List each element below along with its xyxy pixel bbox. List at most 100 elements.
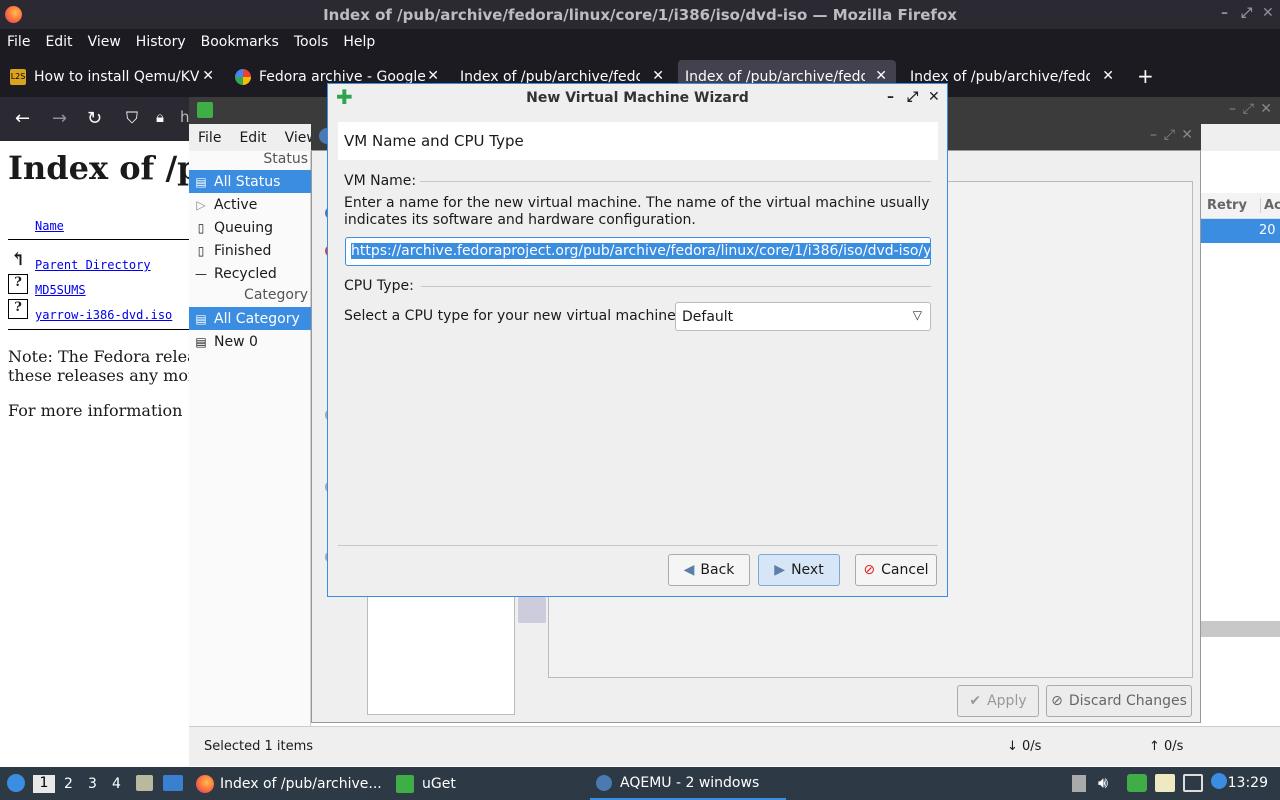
uget-tray-icon[interactable] <box>1127 774 1147 792</box>
check-icon: ✔ <box>969 693 982 709</box>
vm-settings-icon[interactable] <box>518 597 546 623</box>
cpu-type-select[interactable]: Default ▽ <box>675 302 931 331</box>
minimize-icon[interactable]: – <box>1229 101 1236 117</box>
close-icon[interactable]: ✕ <box>1260 101 1272 117</box>
wizard-page-header: VM Name and CPU Type <box>338 122 938 160</box>
vm-list-panel[interactable] <box>367 591 515 715</box>
menu-help[interactable]: Help <box>343 34 375 50</box>
divider <box>421 286 931 287</box>
clock: 13:29 <box>1227 775 1268 791</box>
uget-statusbar: Selected 1 items ↓ 0/s ↑ 0/s <box>189 726 1280 766</box>
list-header: Retry Ac <box>1200 193 1280 219</box>
taskbar: 1 2 3 4 Index of /pub/archive... uGet AQ… <box>0 767 1280 800</box>
tab-qemu-howto[interactable]: L2S How to install Qemu/KVM ✕ <box>6 60 216 93</box>
new-tab-button[interactable]: + <box>1137 64 1154 88</box>
google-favicon-icon <box>235 68 251 85</box>
table-row[interactable]: 20 <box>1200 219 1280 243</box>
horizontal-scrollbar[interactable] <box>1200 621 1280 637</box>
upload-speed: ↑ 0/s <box>1149 739 1184 754</box>
network-icon[interactable] <box>1183 774 1203 792</box>
divider <box>338 545 938 546</box>
show-desktop-icon[interactable] <box>163 775 183 791</box>
minimize-icon[interactable]: – <box>1221 5 1228 21</box>
close-icon[interactable]: ✕ <box>928 89 940 105</box>
uget-menu-file[interactable]: File <box>198 130 221 146</box>
maximize-icon[interactable]: ⤢ <box>1241 5 1252 21</box>
divider <box>8 239 198 240</box>
workspace-4[interactable]: 4 <box>112 776 121 792</box>
workspace-2[interactable]: 2 <box>64 776 73 792</box>
menu-bookmarks[interactable]: Bookmarks <box>201 34 279 50</box>
new-vm-wizard-dialog: ✚ New Virtual Machine Wizard – ⤢ ✕ VM Na… <box>327 83 948 597</box>
cpu-type-group-label: CPU Type: <box>344 278 414 294</box>
menu-file[interactable]: File <box>7 34 30 50</box>
sidebar-item-finished[interactable]: ▯ Finished <box>189 239 311 262</box>
menu-tools[interactable]: Tools <box>294 34 329 50</box>
discard-icon: ⊘ <box>1051 693 1063 709</box>
column-retry[interactable]: Retry <box>1207 198 1247 213</box>
tab-close-icon[interactable]: ✕ <box>202 68 214 84</box>
file-manager-icon[interactable] <box>136 775 153 791</box>
next-button[interactable]: ▶ Next <box>758 554 840 586</box>
back-icon[interactable]: ← <box>15 108 30 129</box>
uget-sidebar: Status ▤ All Status ▷ Active ▯ Queuing ▯ Fin… <box>189 151 311 726</box>
start-menu-icon[interactable] <box>7 774 25 792</box>
sidebar-item-queuing[interactable]: ▯ Queuing <box>189 216 311 239</box>
shield-icon[interactable]: ⛉ <box>126 108 138 128</box>
notes-icon[interactable] <box>1155 774 1175 792</box>
uget-menu-edit[interactable]: Edit <box>239 130 266 146</box>
iso-file-link[interactable]: yarrow-i386-dvd.iso <box>35 308 172 322</box>
tab-close-icon[interactable]: ✕ <box>427 68 439 84</box>
minimize-icon[interactable]: – <box>887 89 894 105</box>
volume-icon[interactable]: 🔊︎ <box>1098 773 1108 793</box>
discard-changes-button[interactable]: ⊘ Discard Changes <box>1046 685 1192 717</box>
firefox-menubar: File Edit View History Bookmarks Tools H… <box>0 29 1280 54</box>
sidebar-item-all-status[interactable]: ▤ All Status <box>189 170 311 193</box>
maximize-icon[interactable]: ⤢ <box>1164 127 1175 143</box>
sidebar-item-all-category[interactable]: ▤ All Category <box>189 307 311 330</box>
task-uget[interactable]: uGet <box>390 767 585 800</box>
lock-icon[interactable]: 🔒︎ <box>156 108 164 126</box>
add-icon: ✚ <box>336 85 353 109</box>
column-added[interactable]: Ac <box>1260 198 1280 213</box>
task-aqemu[interactable]: AQEMU - 2 windows <box>590 767 786 800</box>
unknown-file-icon: ? <box>8 299 28 319</box>
forward-icon[interactable]: → <box>52 108 67 129</box>
sidebar-item-new[interactable]: ▤ New 0 <box>189 330 311 353</box>
category-header: Category <box>244 287 308 303</box>
tab-close-icon[interactable]: ✕ <box>875 68 887 84</box>
back-button[interactable]: ◀ Back <box>668 554 750 586</box>
parent-directory-link[interactable]: Parent Directory <box>35 258 151 272</box>
clipboard-icon[interactable] <box>1072 775 1086 792</box>
directory-listing-page: Index of /pub/archive/fedora/linux/core/… <box>0 141 1034 766</box>
cancel-button[interactable]: ⊘ Cancel <box>855 554 937 586</box>
tab-close-icon[interactable]: ✕ <box>652 68 664 84</box>
vm-name-description: Enter a name for the new virtual machine… <box>344 195 930 228</box>
vm-name-input[interactable]: https://archive.fedoraproject.org/pub/ar… <box>345 237 931 266</box>
close-icon[interactable]: ✕ <box>1181 127 1193 143</box>
menu-view[interactable]: View <box>88 34 121 50</box>
minimize-icon[interactable]: – <box>1150 127 1157 143</box>
maximize-icon[interactable]: ⤢ <box>907 89 918 105</box>
sidebar-item-active[interactable]: ▷ Active <box>189 193 311 216</box>
workspace-1[interactable]: 1 <box>33 775 55 793</box>
md5sums-link[interactable]: MD5SUMS <box>35 283 86 297</box>
uget-icon <box>396 774 414 793</box>
maximize-icon[interactable]: ⤢ <box>1243 101 1254 117</box>
stack-icon: ▤ <box>195 311 207 326</box>
apply-button[interactable]: ✔ Apply <box>957 685 1039 717</box>
menu-history[interactable]: History <box>136 34 186 50</box>
close-icon[interactable]: ✕ <box>1262 5 1274 21</box>
bluetooth-icon[interactable] <box>1211 773 1227 789</box>
download-speed: ↓ 0/s <box>1007 739 1042 754</box>
name-column-link[interactable]: Name <box>35 219 64 233</box>
tab-close-icon[interactable]: ✕ <box>1102 68 1114 84</box>
sidebar-item-recycled[interactable]: — Recycled <box>189 262 311 285</box>
reload-icon[interactable]: ↻ <box>87 108 102 129</box>
wizard-title: New Virtual Machine Wizard <box>526 90 749 106</box>
workspace-3[interactable]: 3 <box>88 776 97 792</box>
firefox-titlebar: Index of /pub/archive/fedora/linux/core/… <box>0 0 1280 29</box>
chevron-down-icon: ▽ <box>912 308 922 322</box>
menu-edit[interactable]: Edit <box>45 34 72 50</box>
task-firefox[interactable]: Index of /pub/archive... <box>190 767 385 800</box>
